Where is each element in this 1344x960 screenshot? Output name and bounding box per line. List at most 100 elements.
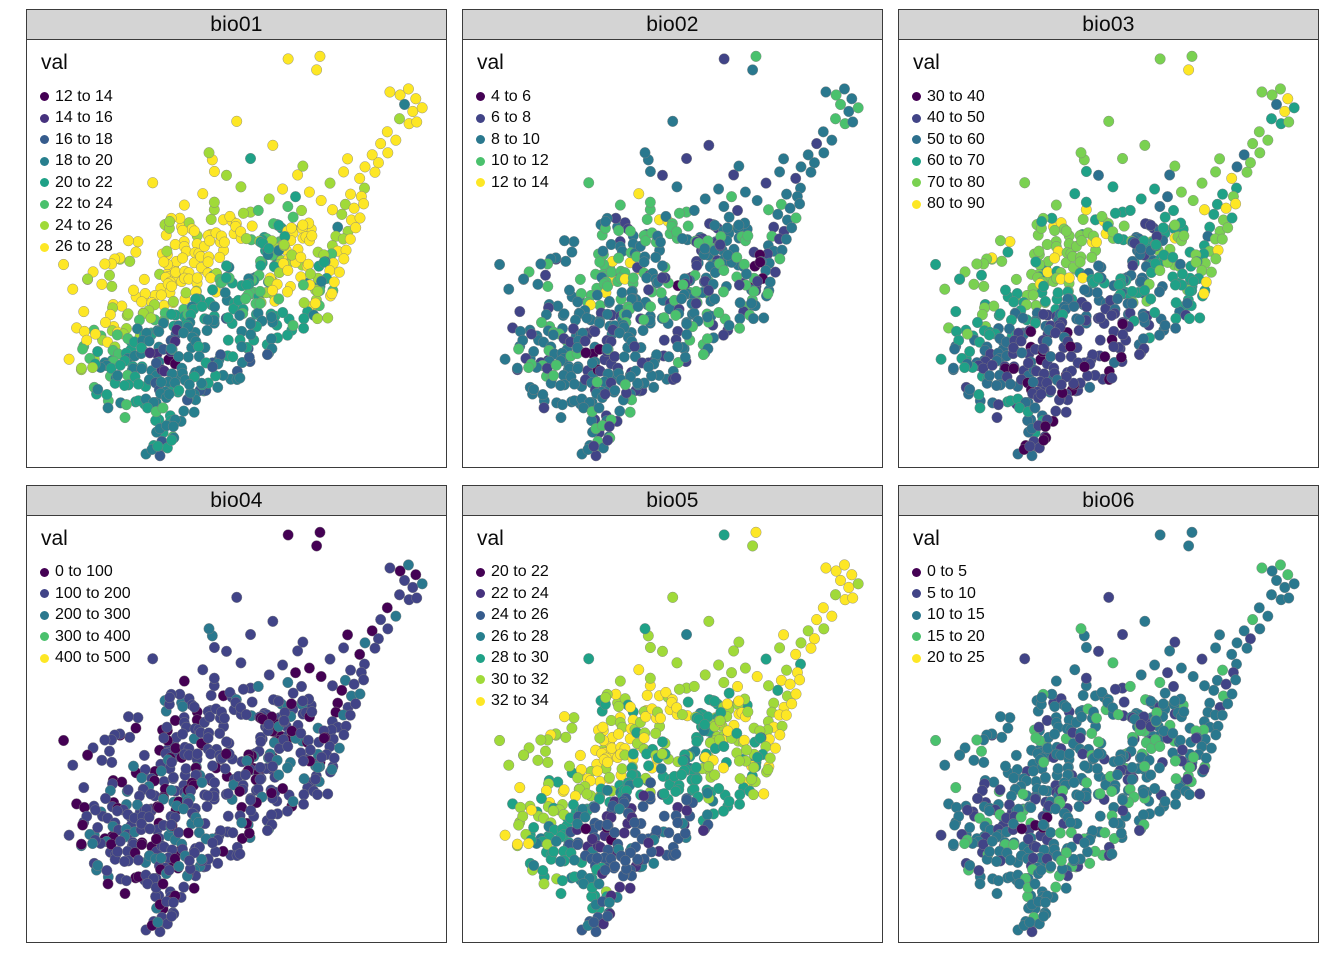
scatter-point (1081, 197, 1091, 208)
scatter-point (592, 377, 602, 388)
scatter-point (548, 370, 558, 381)
scatter-point (240, 293, 250, 304)
scatter-point (1255, 623, 1265, 634)
scatter-point (181, 287, 191, 298)
scatter-point (391, 610, 401, 621)
scatter-point (90, 804, 100, 815)
scatter-point (1182, 298, 1192, 309)
scatter-point (220, 763, 230, 774)
scatter-point (718, 805, 728, 816)
scatter-point (246, 329, 256, 340)
scatter-point (360, 637, 370, 648)
scatter-point (290, 667, 300, 678)
scatter-point (1045, 827, 1055, 838)
scatter-point (255, 774, 265, 785)
scatter-point (283, 201, 293, 212)
scatter-point (1138, 333, 1148, 344)
scatter-point (794, 198, 804, 209)
scatter-point (310, 298, 320, 309)
scatter-point (1112, 293, 1122, 304)
scatter-point (264, 243, 274, 254)
scatter-point (1188, 671, 1198, 682)
scatter-point (1210, 642, 1220, 653)
scatter-point (299, 297, 309, 308)
scatter-point (1042, 239, 1052, 250)
scatter-point (1127, 298, 1137, 309)
scatter-point (691, 260, 701, 271)
scatter-point (1263, 610, 1273, 621)
scatter-point (561, 256, 571, 267)
scatter-point (1053, 287, 1063, 298)
scatter-point (1049, 253, 1059, 264)
scatter-point (1019, 177, 1029, 188)
scatter-point (262, 349, 272, 360)
scatter-point (223, 810, 233, 821)
scatter-point (551, 360, 561, 371)
scatter-point (1245, 157, 1255, 168)
scatter-point (589, 916, 599, 927)
scatter-point (948, 838, 958, 849)
scatter-point (634, 664, 644, 675)
scatter-point (853, 578, 863, 589)
scatter-point (1280, 582, 1290, 593)
scatter-point (600, 864, 610, 875)
scatter-point (1117, 629, 1127, 640)
scatter-point (159, 732, 169, 743)
scatter-point (179, 406, 189, 417)
scatter-point (1023, 833, 1033, 844)
scatter-point (796, 637, 806, 648)
scatter-point (528, 822, 538, 833)
scatter-point (68, 759, 78, 770)
scatter-point (991, 856, 1001, 867)
scatter-point (166, 819, 176, 830)
scatter-point (107, 757, 117, 768)
scatter-point (334, 267, 344, 278)
scatter-point (358, 198, 368, 209)
scatter-point (298, 695, 308, 706)
scatter-point (1049, 728, 1059, 739)
scatter-point (664, 351, 674, 362)
scatter-point (1028, 290, 1038, 301)
scatter-point (1075, 732, 1085, 743)
scatter-point (718, 762, 728, 773)
scatter-point (1081, 672, 1091, 683)
scatter-point (1087, 825, 1097, 836)
scatter-point (609, 827, 619, 838)
scatter-point (315, 527, 325, 538)
scatter-point (231, 592, 241, 603)
scatter-point (821, 562, 831, 573)
scatter-point (1117, 153, 1127, 164)
scatter-point (1023, 358, 1033, 369)
scatter-point (87, 838, 97, 849)
scatter-point (713, 659, 723, 670)
scatter-point (283, 529, 293, 540)
scatter-point (594, 878, 604, 889)
scatter-point (1170, 636, 1180, 647)
scatter-point (1151, 715, 1161, 726)
scatter-point (786, 222, 796, 233)
scatter-point (327, 204, 337, 215)
scatter-point (288, 212, 298, 223)
facet-bio02: bio02 val 4 to 66 to 88 to 10 10 to 12 12 to… (462, 9, 883, 468)
scatter-point (556, 888, 566, 899)
scatter-point (625, 407, 635, 418)
scatter-point (995, 235, 1005, 246)
scatter-point (972, 317, 982, 328)
scatter-point (104, 745, 114, 756)
scatter-point (1195, 788, 1205, 799)
scatter-point (1114, 280, 1124, 291)
scatter-point (726, 667, 736, 678)
scatter-point (189, 407, 199, 418)
scatter-point (235, 373, 245, 384)
scatter-point (1283, 93, 1293, 104)
scatter-point (1046, 861, 1056, 872)
scatter-point (342, 629, 352, 640)
scatter-point (277, 659, 287, 670)
scatter-point (202, 325, 212, 336)
scatter-point (350, 698, 360, 709)
scatter-point (1242, 642, 1252, 653)
scatter-point (1175, 734, 1185, 745)
scatter-point (1061, 882, 1071, 893)
scatter-point (1038, 309, 1048, 320)
scatter-point (959, 838, 969, 849)
